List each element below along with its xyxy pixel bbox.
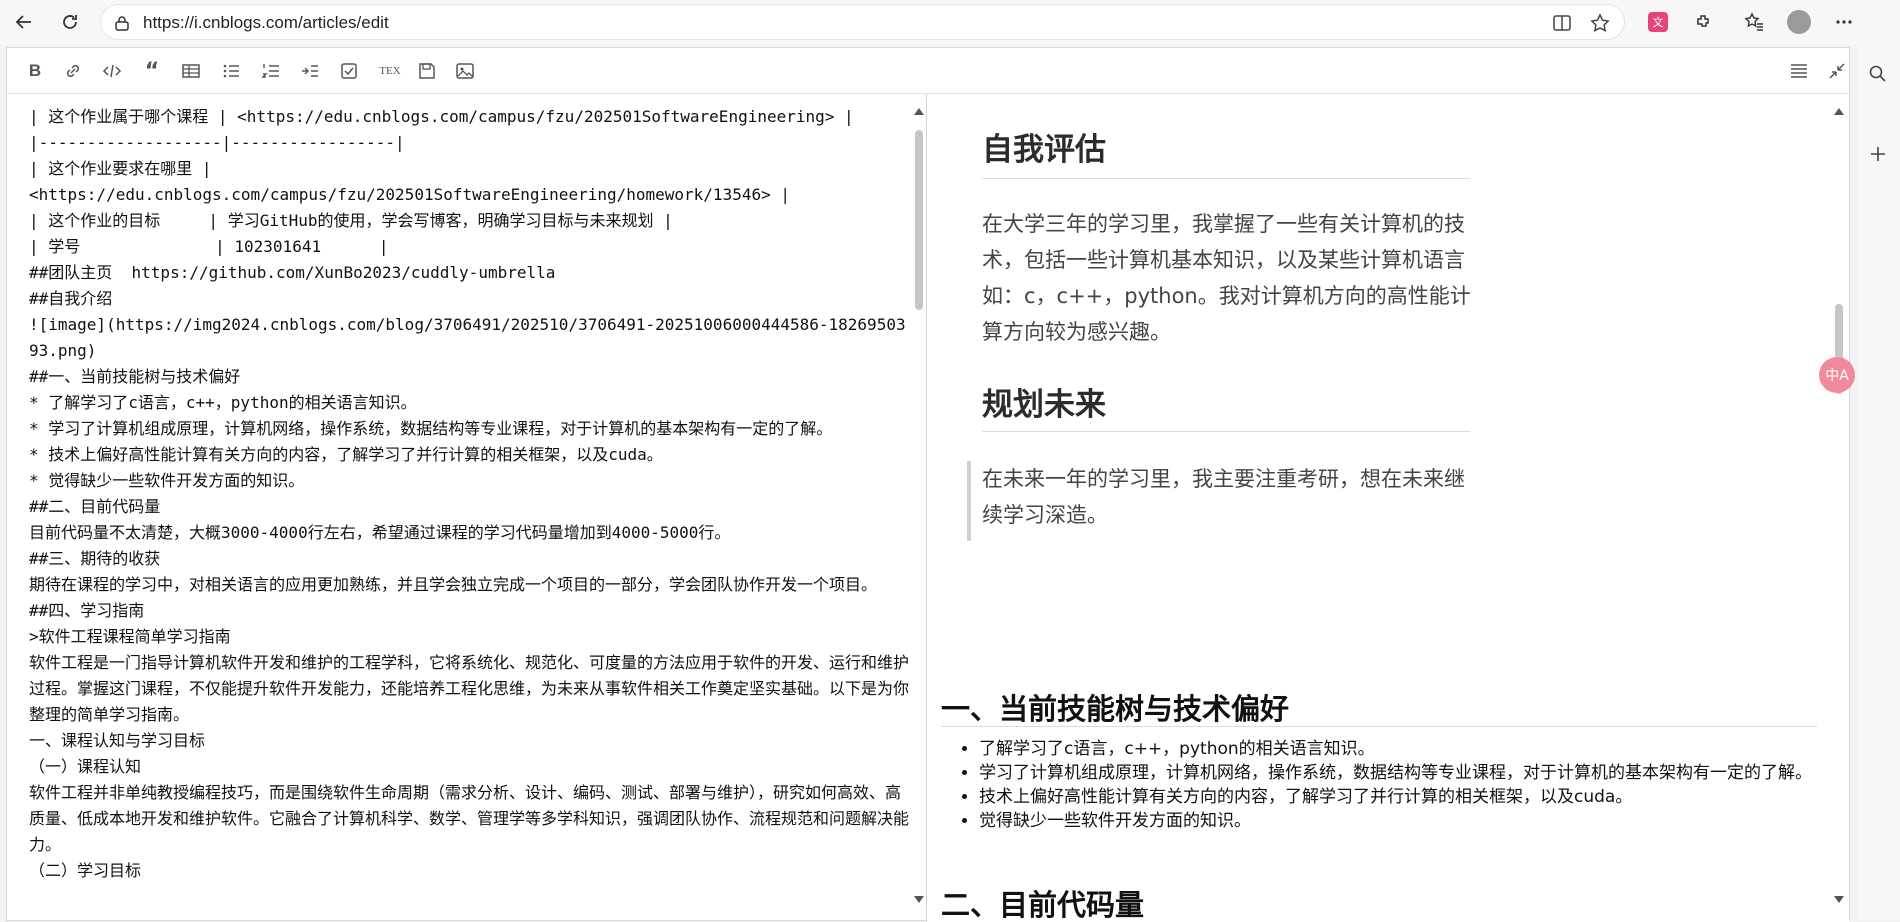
source-line[interactable]: ##四、学习指南 (29, 598, 911, 624)
blockquote-bar (967, 461, 971, 541)
table-icon[interactable] (179, 59, 203, 83)
divider (982, 431, 1470, 432)
source-scrollbar[interactable] (913, 94, 925, 922)
add-icon[interactable] (1868, 144, 1888, 164)
source-line[interactable]: ##自我介绍 (29, 286, 911, 312)
bullet-list-icon[interactable] (219, 59, 243, 83)
source-line[interactable]: | 学号 | 102301641 | (29, 234, 911, 260)
refresh-icon[interactable] (54, 6, 86, 38)
source-line[interactable]: （一）课程认知 (29, 754, 911, 780)
scroll-thumb[interactable] (915, 130, 923, 310)
scroll-up-arrow[interactable] (914, 108, 924, 115)
task-list-icon[interactable] (337, 59, 361, 83)
source-line[interactable]: * 学习了计算机组成原理，计算机网络，操作系统，数据结构等专业课程，对于计算机的… (29, 416, 911, 442)
source-line[interactable]: ##团队主页 https://github.com/XunBo2023/cudd… (29, 260, 911, 286)
favorites-icon[interactable] (1738, 6, 1770, 38)
source-line[interactable]: | 这个作业的目标 | 学习GitHub的使用，学会写博客，明确学习目标与未来规… (29, 208, 911, 234)
exit-fullscreen-icon[interactable] (1825, 59, 1849, 83)
list-item: 学习了计算机组成原理，计算机网络，操作系统，数据结构等专业课程，对于计算机的基本… (979, 761, 1829, 785)
markdown-editor: B “ TEX | 这个作业属于哪个课程 | <https://edu.cnbl… (6, 47, 1850, 922)
source-line[interactable]: * 技术上偏好高性能计算有关方向的内容，了解学习了并行计算的相关框架，以及cud… (29, 442, 911, 468)
heading-plan: 规划未来 (982, 387, 1106, 423)
address-bar[interactable]: https://i.cnblogs.com/articles/edit (100, 4, 1625, 40)
heading-skills: 一、当前技能树与技术偏好 (941, 692, 1290, 726)
plan-paragraph: 在未来一年的学习里，我主要注重考研，想在未来继续学习深造。 (982, 467, 1465, 527)
source-line[interactable]: <https://edu.cnblogs.com/campus/fzu/2025… (29, 182, 911, 208)
save-icon[interactable] (415, 59, 439, 83)
source-text[interactable]: | 这个作业属于哪个课程 | <https://edu.cnblogs.com/… (29, 104, 911, 884)
browser-sidebar (1858, 44, 1900, 921)
source-line[interactable]: ##二、目前代码量 (29, 494, 911, 520)
site-info-icon[interactable] (113, 14, 131, 32)
source-line[interactable]: * 了解学习了c语言，c++，python的相关语言知识。 (29, 390, 911, 416)
markdown-source-pane[interactable]: | 这个作业属于哪个课程 | <https://edu.cnblogs.com/… (7, 94, 927, 922)
self-eval-paragraph: 在大学三年的学习里，我掌握了一些有关计算机的技术，包括一些计算机基本知识，以及某… (982, 212, 1471, 344)
outline-icon[interactable] (1787, 59, 1811, 83)
translate-ext-icon[interactable]: 文 (1642, 6, 1674, 38)
source-line[interactable]: |-------------------|-----------------| (29, 130, 911, 156)
source-line[interactable]: 软件工程是一门指导计算机软件开发和维护的工程学科，它将系统化、规范化、可度量的方… (29, 650, 911, 728)
preview-scrollbar[interactable] (1833, 94, 1845, 922)
more-icon[interactable] (1828, 6, 1860, 38)
list-item: 觉得缺少一些软件开发方面的知识。 (979, 809, 1829, 833)
source-line[interactable]: >软件工程课程简单学习指南 (29, 624, 911, 650)
search-icon[interactable] (1868, 64, 1888, 84)
source-line[interactable]: ##一、当前技能树与技术偏好 (29, 364, 911, 390)
scroll-down-arrow[interactable] (914, 896, 924, 903)
image-icon[interactable] (453, 59, 477, 83)
scroll-up-arrow[interactable] (1834, 108, 1844, 115)
source-line[interactable]: 一、课程认知与学习目标 (29, 728, 911, 754)
source-line[interactable]: | 这个作业要求在哪里 | (29, 156, 911, 182)
extensions-icon[interactable] (1688, 6, 1720, 38)
bold-button[interactable]: B (23, 59, 47, 83)
favorite-star-icon[interactable] (1589, 12, 1611, 34)
translate-float-button[interactable]: 中A (1819, 357, 1855, 393)
source-line[interactable]: 目前代码量不太清楚，大概3000-4000行左右，希望通过课程的学习代码量增加到… (29, 520, 911, 546)
skills-list: 了解学习了c语言，c++，python的相关语言知识。学习了计算机组成原理，计算… (941, 737, 1829, 833)
quote-icon[interactable]: “ (140, 59, 164, 84)
divider (941, 726, 1817, 727)
browser-toolbar: https://i.cnblogs.com/articles/edit 文 (0, 0, 1900, 44)
link-icon[interactable] (61, 59, 85, 83)
source-line[interactable]: | 这个作业属于哪个课程 | <https://edu.cnblogs.com/… (29, 104, 911, 130)
code-icon[interactable] (100, 59, 124, 83)
divider (982, 178, 1470, 179)
list-item: 技术上偏好高性能计算有关方向的内容，了解学习了并行计算的相关框架，以及cuda。 (979, 785, 1829, 809)
indent-icon[interactable] (298, 59, 322, 83)
profile-avatar[interactable] (1783, 6, 1815, 38)
source-line[interactable]: ##三、期待的收获 (29, 546, 911, 572)
numbered-list-icon[interactable] (259, 59, 283, 83)
editor-toolbar: B “ TEX (7, 48, 1849, 94)
source-line[interactable]: 期待在课程的学习中，对相关语言的应用更加熟练，并且学会独立完成一个项目的一部分，… (29, 572, 911, 598)
source-line[interactable]: * 觉得缺少一些软件开发方面的知识。 (29, 468, 911, 494)
split-screen-icon[interactable] (1551, 12, 1573, 34)
scroll-down-arrow[interactable] (1834, 896, 1844, 903)
source-line[interactable]: （二）学习目标 (29, 858, 911, 884)
source-line[interactable]: ![image](https://img2024.cnblogs.com/blo… (29, 312, 911, 364)
heading-self-eval: 自我评估 (982, 132, 1106, 168)
tex-button[interactable]: TEX (375, 59, 405, 83)
heading-code: 二、目前代码量 (941, 888, 1145, 922)
preview-pane: 自我评估 在大学三年的学习里，我掌握了一些有关计算机的技术，包括一些计算机基本知… (927, 94, 1849, 922)
back-icon[interactable] (8, 6, 40, 38)
source-line[interactable]: 软件工程并非单纯教授编程技巧，而是围绕软件生命周期（需求分析、设计、编码、测试、… (29, 780, 911, 858)
list-item: 了解学习了c语言，c++，python的相关语言知识。 (979, 737, 1829, 761)
url-text: https://i.cnblogs.com/articles/edit (143, 13, 389, 32)
